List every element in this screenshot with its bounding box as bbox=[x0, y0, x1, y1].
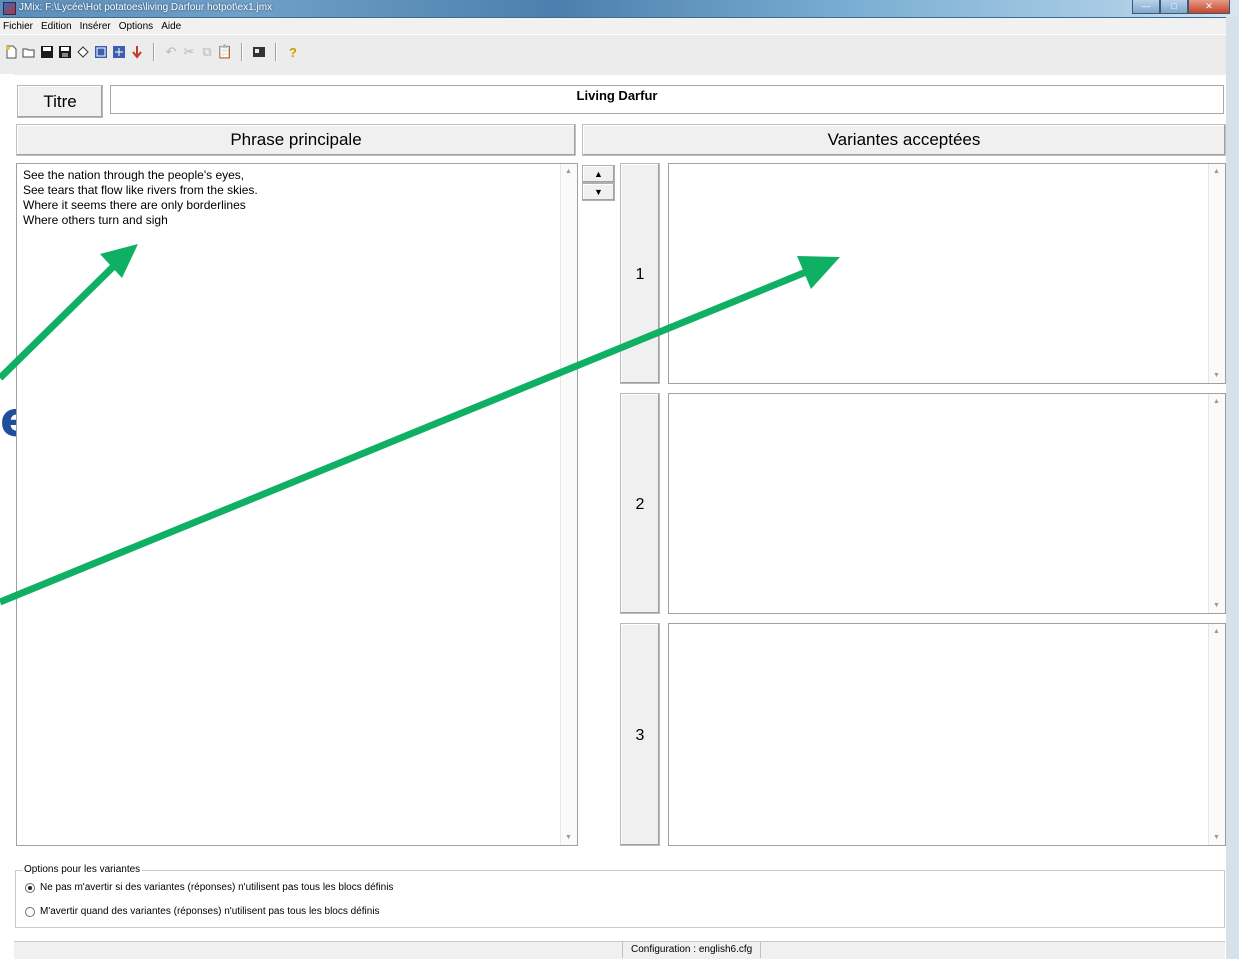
export-web-icon[interactable] bbox=[92, 43, 110, 61]
variant-scrollbar[interactable]: ▲ ▼ bbox=[1208, 624, 1225, 845]
variant-number-3[interactable]: 3 bbox=[620, 623, 660, 846]
toolbar-separator bbox=[153, 43, 155, 61]
insert-arrow-icon[interactable] bbox=[128, 43, 146, 61]
variant-number-2[interactable]: 2 bbox=[620, 393, 660, 614]
menu-aide[interactable]: Aide bbox=[158, 21, 186, 32]
config-status: Configuration : english6.cfg bbox=[622, 942, 762, 958]
config-icon[interactable] bbox=[250, 43, 268, 61]
scroll-up-icon[interactable]: ▲ bbox=[565, 168, 572, 175]
variant-textarea-3[interactable]: ▲ ▼ bbox=[668, 623, 1226, 846]
scroll-down-icon[interactable]: ▼ bbox=[565, 834, 572, 841]
reorder-arrows: ▲ ▼ bbox=[582, 165, 615, 203]
main-line: See the nation through the people's eyes… bbox=[23, 168, 245, 182]
title-value: Living Darfur bbox=[576, 88, 658, 103]
left-margin bbox=[0, 74, 14, 959]
paste-icon[interactable]: 📋 bbox=[216, 43, 234, 61]
scroll-down-icon[interactable]: ▼ bbox=[1213, 834, 1220, 841]
toolbar-separator bbox=[241, 43, 243, 61]
main-line: See tears that flow like rivers from the… bbox=[23, 183, 258, 197]
window-titlebar[interactable]: JMix: F:\Lycée\Hot potatoes\living Darfo… bbox=[0, 0, 1239, 18]
option-warn-label[interactable]: M'avertir quand des variantes (réponses)… bbox=[40, 906, 380, 917]
menubar: Fichier Edition Insérer Options Aide bbox=[0, 18, 1239, 34]
variant-textarea-1[interactable]: ▲ ▼ bbox=[668, 163, 1226, 384]
menu-edition[interactable]: Edition bbox=[38, 21, 77, 32]
menu-fichier[interactable]: Fichier bbox=[0, 21, 38, 32]
variant-scrollbar[interactable]: ▲ ▼ bbox=[1208, 164, 1225, 383]
app-icon bbox=[3, 2, 16, 15]
main-line: Where it seems there are only borderline… bbox=[23, 198, 246, 212]
move-down-button[interactable]: ▼ bbox=[582, 183, 615, 201]
main-sentence-text: See the nation through the people's eyes… bbox=[23, 168, 258, 228]
scroll-down-icon[interactable]: ▼ bbox=[1213, 372, 1220, 379]
scroll-down-icon[interactable]: ▼ bbox=[1213, 602, 1220, 609]
scroll-up-icon[interactable]: ▲ bbox=[1213, 168, 1220, 175]
copy-icon[interactable]: ⧉ bbox=[198, 43, 216, 61]
save-icon[interactable] bbox=[38, 43, 56, 61]
variant-number-1[interactable]: 1 bbox=[620, 163, 660, 384]
option-warn[interactable]: M'avertir quand des variantes (réponses)… bbox=[25, 906, 380, 917]
save-as-icon[interactable] bbox=[56, 43, 74, 61]
toolbar: ↶ ✂ ⧉ 📋 ? bbox=[0, 34, 1239, 75]
main-scrollbar[interactable]: ▲ ▼ bbox=[560, 164, 577, 845]
statusbar: Configuration : english6.cfg bbox=[14, 941, 1225, 959]
menu-options[interactable]: Options bbox=[116, 21, 158, 32]
title-input[interactable]: Living Darfur bbox=[110, 85, 1224, 114]
scroll-up-icon[interactable]: ▲ bbox=[1213, 628, 1220, 635]
scroll-up-icon[interactable]: ▲ bbox=[1213, 398, 1220, 405]
options-legend: Options pour les variantes bbox=[22, 864, 143, 875]
option-no-warn[interactable]: Ne pas m'avertir si des variantes (répon… bbox=[25, 882, 393, 893]
option-no-warn-label[interactable]: Ne pas m'avertir si des variantes (répon… bbox=[40, 882, 393, 893]
toolbar-separator bbox=[275, 43, 277, 61]
main-sentence-textarea[interactable]: See the nation through the people's eyes… bbox=[16, 163, 578, 846]
window-frame-right bbox=[1226, 17, 1239, 959]
window-controls: — □ ✕ bbox=[1132, 0, 1230, 14]
erase-icon[interactable] bbox=[74, 43, 92, 61]
cut-icon[interactable]: ✂ bbox=[180, 43, 198, 61]
menu-inserer[interactable]: Insérer bbox=[77, 21, 116, 32]
help-icon[interactable]: ? bbox=[284, 43, 302, 61]
variant-options-group bbox=[15, 870, 1225, 928]
new-file-icon[interactable] bbox=[2, 43, 20, 61]
window-title: JMix: F:\Lycée\Hot potatoes\living Darfo… bbox=[19, 2, 273, 13]
variant-scrollbar[interactable]: ▲ ▼ bbox=[1208, 394, 1225, 613]
export-web2-icon[interactable] bbox=[110, 43, 128, 61]
minimize-button[interactable]: — bbox=[1132, 0, 1160, 14]
variant-textarea-2[interactable]: ▲ ▼ bbox=[668, 393, 1226, 614]
maximize-button[interactable]: □ bbox=[1160, 0, 1188, 14]
move-up-button[interactable]: ▲ bbox=[582, 165, 615, 183]
main-line: Where others turn and sigh bbox=[23, 213, 168, 227]
main-sentence-header[interactable]: Phrase principale bbox=[16, 124, 576, 156]
close-button[interactable]: ✕ bbox=[1188, 0, 1230, 14]
variants-header[interactable]: Variantes acceptées bbox=[582, 124, 1226, 156]
undo-icon[interactable]: ↶ bbox=[162, 43, 180, 61]
radio-warn[interactable] bbox=[25, 906, 35, 917]
titre-button[interactable]: Titre bbox=[17, 85, 103, 118]
partial-letter: e bbox=[0, 396, 16, 444]
radio-no-warn[interactable] bbox=[25, 882, 35, 893]
open-folder-icon[interactable] bbox=[20, 43, 38, 61]
